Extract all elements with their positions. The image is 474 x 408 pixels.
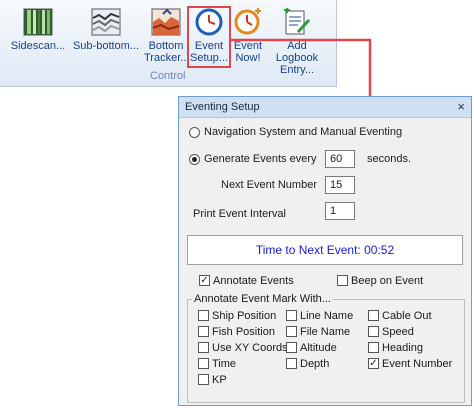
cable-out-label: Cable Out: [382, 310, 432, 322]
generate-events-label: Generate Events every: [204, 153, 317, 165]
next-event-number-label: Next Event Number: [221, 179, 317, 191]
cable-out-checkbox[interactable]: [368, 310, 379, 321]
dialog-title: Eventing Setup: [185, 101, 260, 113]
time-label: Time: [212, 358, 237, 370]
file-name-checkbox[interactable]: [286, 326, 297, 337]
beep-on-event-label: Beep on Event: [351, 275, 424, 287]
kp-label: KP: [212, 374, 227, 386]
depth-label: Depth: [300, 358, 330, 370]
eventing-setup-dialog: Eventing Setup × Navigation System and M…: [178, 96, 472, 406]
ship-position-label: Ship Position: [212, 310, 277, 322]
beep-on-event-checkbox[interactable]: [337, 275, 348, 286]
altitude-label: Altitude: [300, 342, 337, 354]
fish-position-label: Fish Position: [212, 326, 275, 338]
file-name-label: File Name: [300, 326, 351, 338]
seconds-label: seconds.: [367, 153, 412, 165]
line-name-checkbox[interactable]: [286, 310, 297, 321]
nav-manual-radio[interactable]: [189, 127, 200, 138]
heading-label: Heading: [382, 342, 423, 354]
annotate-group-title: Annotate Event Mark With...: [192, 293, 333, 305]
print-event-interval-label: Print Event Interval: [193, 208, 286, 220]
print-event-interval-input[interactable]: 1: [325, 202, 355, 220]
time-checkbox[interactable]: [198, 358, 209, 369]
time-to-next-event-display: Time to Next Event: 00:52: [187, 235, 463, 265]
event-number-label: Event Number: [382, 358, 453, 370]
event-number-checkbox[interactable]: ✓: [368, 358, 379, 369]
annotate-mark-group: Annotate Event Mark With... Ship Positio…: [187, 293, 465, 403]
fish-position-checkbox[interactable]: [198, 326, 209, 337]
heading-checkbox[interactable]: [368, 342, 379, 353]
depth-checkbox[interactable]: [286, 358, 297, 369]
speed-label: Speed: [382, 326, 414, 338]
altitude-checkbox[interactable]: [286, 342, 297, 353]
interval-seconds-input[interactable]: 60: [325, 150, 355, 168]
use-xy-coords-label: Use XY Coords: [212, 342, 288, 354]
ship-position-checkbox[interactable]: [198, 310, 209, 321]
next-event-number-input[interactable]: 15: [325, 176, 355, 194]
generate-events-radio[interactable]: [189, 154, 200, 165]
nav-manual-label: Navigation System and Manual Eventing: [204, 126, 403, 138]
close-icon[interactable]: ×: [457, 99, 465, 114]
speed-checkbox[interactable]: [368, 326, 379, 337]
line-name-label: Line Name: [300, 310, 354, 322]
use-xy-coords-checkbox[interactable]: [198, 342, 209, 353]
dialog-titlebar: Eventing Setup ×: [179, 97, 471, 118]
kp-checkbox[interactable]: [198, 374, 209, 385]
annotate-events-label: Annotate Events: [213, 275, 294, 287]
annotate-events-checkbox[interactable]: ✓: [199, 275, 210, 286]
